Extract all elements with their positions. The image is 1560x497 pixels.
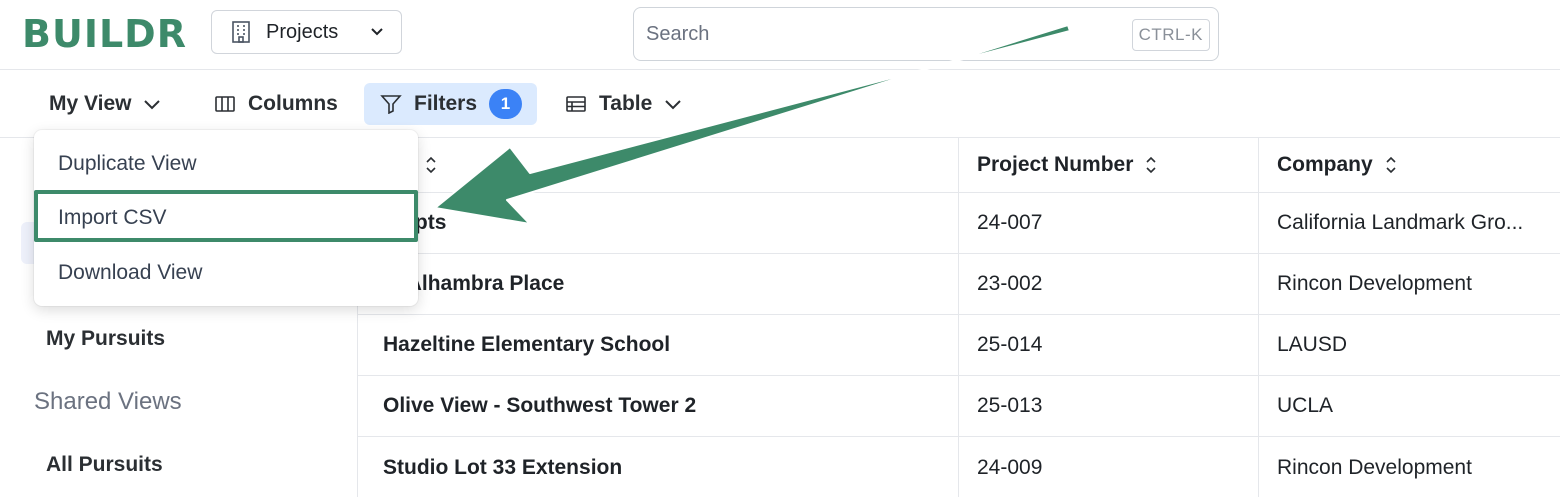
buildr-logo[interactable]: BUILDR xyxy=(22,12,187,56)
sidebar-item-all-pursuits[interactable]: All Pursuits xyxy=(46,453,163,477)
sort-icon xyxy=(425,156,437,174)
view-toolbar: My View Columns Filters 1 Table xyxy=(0,70,1560,138)
table-row[interactable]: at Alhambra Place 23-002 Rincon Developm… xyxy=(358,254,1560,315)
search-input[interactable] xyxy=(634,8,1114,60)
annotation-highlight-box xyxy=(34,190,418,242)
table-row[interactable]: Hazeltine Elementary School 25-014 LAUSD xyxy=(358,315,1560,376)
app-header: BUILDR Projects CTRL-K xyxy=(0,0,1560,70)
project-number-cell: 25-014 xyxy=(958,315,1258,375)
chevron-down-icon xyxy=(143,99,161,110)
building-icon xyxy=(230,20,252,44)
project-name-cell[interactable]: Hazeltine Elementary School xyxy=(383,315,953,375)
company-cell: LAUSD xyxy=(1258,315,1560,375)
table-row[interactable]: Studio Lot 33 Extension 24-009 Rincon De… xyxy=(358,437,1560,497)
sort-icon xyxy=(1385,156,1397,174)
project-name-cell[interactable]: at Alhambra Place xyxy=(383,254,953,314)
project-name-cell[interactable]: 3 Apts xyxy=(383,193,953,253)
company-cell: Rincon Development xyxy=(1258,437,1560,497)
column-header-project-number[interactable]: Project Number xyxy=(958,138,1258,192)
sidebar-item-my-pursuits[interactable]: My Pursuits xyxy=(46,327,165,351)
table-row[interactable]: Olive View - Southwest Tower 2 25-013 UC… xyxy=(358,376,1560,437)
table-view-dropdown[interactable]: Table xyxy=(565,83,682,125)
column-header-company[interactable]: Company xyxy=(1258,138,1560,192)
company-cell: UCLA xyxy=(1258,376,1560,436)
column-header-name[interactable]: me xyxy=(383,138,953,192)
projects-selector-label: Projects xyxy=(266,20,339,43)
chevron-down-icon xyxy=(369,27,385,37)
project-number-cell: 24-007 xyxy=(958,193,1258,253)
my-view-label: My View xyxy=(49,92,132,115)
menu-item-duplicate-view[interactable]: Duplicate View xyxy=(58,152,197,176)
sort-icon xyxy=(1145,156,1157,174)
columns-button[interactable]: Columns xyxy=(214,83,338,125)
filter-icon xyxy=(380,94,402,114)
filters-label: Filters xyxy=(414,92,478,115)
project-number-cell: 25-013 xyxy=(958,376,1258,436)
projects-selector[interactable]: Projects xyxy=(211,10,402,54)
columns-label: Columns xyxy=(248,92,338,115)
project-number-cell: 23-002 xyxy=(958,254,1258,314)
sidebar-heading-shared-views: Shared Views xyxy=(34,388,182,415)
columns-icon xyxy=(214,95,236,113)
company-cell: Rincon Development xyxy=(1258,254,1560,314)
table-header-row: me Project Number Company xyxy=(358,138,1560,193)
search-box[interactable]: CTRL-K xyxy=(633,7,1219,61)
search-shortcut-hint: CTRL-K xyxy=(1131,19,1210,51)
filters-count-badge: 1 xyxy=(489,89,523,119)
project-name-cell[interactable]: Olive View - Southwest Tower 2 xyxy=(383,376,953,436)
company-cell: California Landmark Gro... xyxy=(1258,193,1560,253)
my-view-dropdown[interactable]: My View xyxy=(49,83,161,125)
chevron-down-icon xyxy=(664,99,682,110)
table-label: Table xyxy=(599,92,653,115)
table-row[interactable]: 3 Apts 24-007 California Landmark Gro... xyxy=(358,193,1560,254)
filters-button[interactable]: Filters 1 xyxy=(364,83,537,125)
project-number-cell: 24-009 xyxy=(958,437,1258,497)
table-icon xyxy=(565,95,587,113)
project-name-cell[interactable]: Studio Lot 33 Extension xyxy=(383,437,953,497)
menu-item-download-view[interactable]: Download View xyxy=(58,261,202,285)
